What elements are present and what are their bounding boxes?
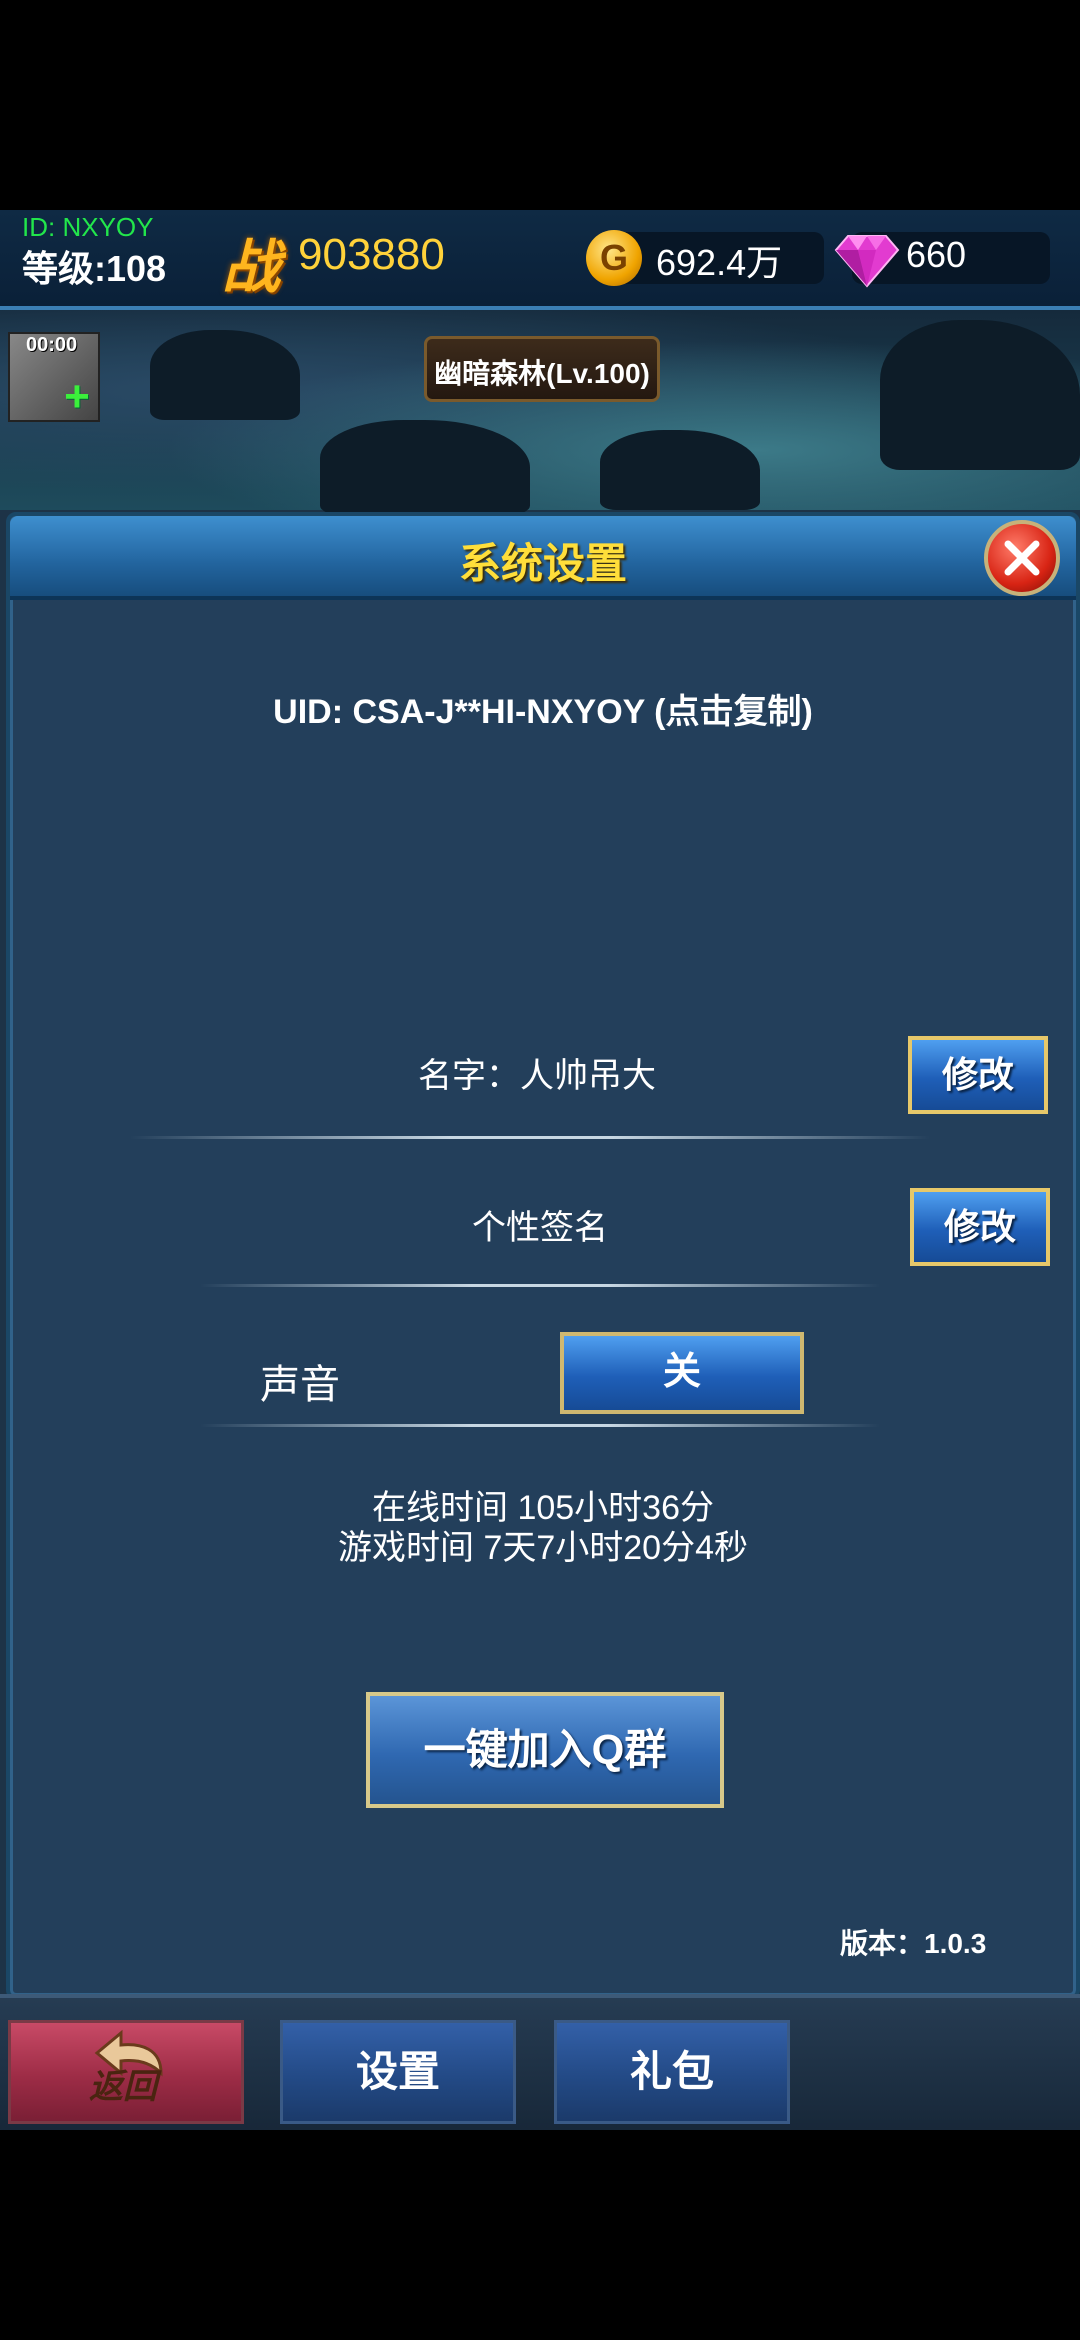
- uid-copy-text[interactable]: UID: CSA-J**HI-NXYOY (点击复制): [10, 684, 1076, 733]
- divider: [200, 1424, 880, 1427]
- settings-dialog: 系统设置 UID: CSA-J**HI-NXYOY (点击复制) 名字：人帅吊大…: [6, 512, 1080, 2000]
- sound-label: 声音: [260, 1363, 340, 1407]
- bottom-nav: 返回 设置 礼包: [0, 1994, 1080, 2130]
- map-add-icon[interactable]: +: [60, 375, 94, 419]
- scene-rock: [150, 330, 300, 420]
- gold-coin-icon: G: [586, 230, 642, 286]
- tab-settings[interactable]: 设置: [280, 2020, 516, 2124]
- back-label: 返回: [89, 2067, 157, 2107]
- back-button[interactable]: 返回: [8, 2020, 244, 2124]
- tab-gift[interactable]: 礼包: [554, 2020, 790, 2124]
- power-icon: 战: [222, 235, 281, 300]
- status-bar: ID: NXYOY 等级:108 战 903880 G 692.4万 660: [0, 210, 1080, 310]
- signature-label: 个性签名: [472, 1209, 608, 1247]
- close-button[interactable]: [984, 520, 1060, 596]
- player-level: 等级:108: [22, 248, 167, 289]
- edit-signature-button[interactable]: 修改: [910, 1188, 1050, 1266]
- edit-name-button[interactable]: 修改: [908, 1036, 1048, 1114]
- close-icon: [1004, 540, 1040, 576]
- location-name: 幽暗森林(Lv.100): [434, 358, 650, 389]
- minimap-timer: 00:00: [26, 334, 78, 356]
- game-screen: ID: NXYOY 等级:108 战 903880 G 692.4万 660 0…: [0, 210, 1080, 2130]
- sound-toggle-button[interactable]: 关: [560, 1332, 804, 1414]
- dialog-title: 系统设置: [458, 540, 627, 587]
- scene-rock: [600, 430, 760, 510]
- gem-value: 660: [906, 234, 967, 275]
- power-value: 903880: [298, 230, 445, 279]
- divider: [130, 1136, 930, 1139]
- version-text: 版本：1.0.3: [840, 1928, 987, 1959]
- game-time: 游戏时间 7天7小时20分4秒: [338, 1529, 748, 1567]
- map-scene: 00:00 + 幽暗森林(Lv.100): [0, 310, 1080, 515]
- gold-value: 692.4万: [656, 242, 783, 283]
- join-qq-group-button[interactable]: 一键加入Q群: [366, 1692, 724, 1808]
- player-id: ID: NXYOY: [22, 212, 154, 242]
- gem-icon: [834, 235, 900, 288]
- divider: [200, 1284, 880, 1287]
- scene-rock: [880, 320, 1080, 470]
- name-label: 名字：人帅吊大: [418, 1057, 656, 1095]
- scene-rock: [320, 420, 530, 515]
